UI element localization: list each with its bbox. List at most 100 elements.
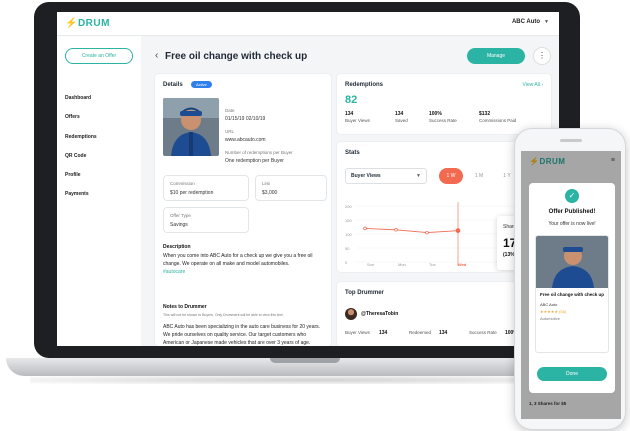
metric-select[interactable]: Buyer Views ▼ <box>345 168 427 184</box>
description-text: When you come into ABC Auto for a check … <box>163 252 323 276</box>
x-tick-label: Sun <box>367 262 375 267</box>
stat-label: Saved <box>395 118 408 123</box>
more-options-icon[interactable]: ⋮ <box>533 47 551 65</box>
chevron-down-icon: ▼ <box>544 19 549 25</box>
phone-footer-label: 1, 3 Shares for $5 <box>529 401 567 406</box>
drummer-stat-value: 134 <box>439 330 448 336</box>
laptop-notch <box>270 358 340 363</box>
account-name: ABC Auto <box>511 19 541 25</box>
check-icon: ✓ <box>565 189 579 203</box>
limit-box-label: Limi <box>262 181 271 186</box>
status-badge: Active <box>191 81 212 88</box>
drummer-stat-label: Buyer Views <box>345 330 370 335</box>
url-value[interactable]: www.abcauto.com <box>225 137 266 143</box>
limit-box: Limi $3,000 <box>255 175 327 201</box>
drummer-stat-label: Success Rate <box>469 330 497 335</box>
offer-photo <box>163 98 219 156</box>
y-tick-label: 0 <box>345 260 348 265</box>
offer-preview-photo <box>536 236 608 288</box>
avatar <box>345 308 357 320</box>
stat-label: Commissions Paid <box>479 118 517 123</box>
drummer-stat-value: 134 <box>379 330 388 336</box>
phone-screen: ⚡DRUM ≡ ✓ Offer Published! Your offer is… <box>521 151 621 419</box>
range-1w[interactable]: 1 W <box>439 168 463 184</box>
hashtag[interactable]: #autocare <box>163 269 185 275</box>
y-tick-label: 150 <box>345 218 352 223</box>
details-card: Details Active Date 01/15/19 02/10/19 UR… <box>155 74 331 346</box>
commission-box: Commission $10 per redemption <box>163 175 249 201</box>
range-1m[interactable]: 1 M <box>467 168 491 184</box>
phone-frame: ⚡DRUM ≡ ✓ Offer Published! Your offer is… <box>514 128 626 430</box>
preview-rating: ★★★★★ (58) <box>540 309 567 314</box>
stat-value: 100% <box>429 111 442 117</box>
preview-title: Free oil change with check up <box>540 292 605 297</box>
preview-category: Automotive <box>540 316 561 321</box>
redemptions-heading: Redemptions <box>345 82 384 88</box>
data-point <box>394 228 398 232</box>
data-point <box>363 226 367 231</box>
date-label: Date <box>225 108 235 113</box>
sidebar-item-profile[interactable]: Profile <box>65 172 81 178</box>
drummer-stat-label: Redeemed <box>409 330 432 335</box>
data-point <box>425 230 429 235</box>
app-header: ⚡DRUM ABC Auto ▼ <box>57 12 559 36</box>
y-tick-label: 100 <box>345 232 352 237</box>
notes-text: ABC Auto has been specializing in the au… <box>163 324 321 346</box>
laptop-screen: ⚡DRUM ABC Auto ▼ Create an Offer Dashboar… <box>57 12 559 346</box>
metric-select-value: Buyer Views <box>351 173 381 179</box>
chevron-down-icon: ▼ <box>416 173 421 179</box>
done-button[interactable]: Done <box>537 367 607 381</box>
offer-type-box: Offer Type Savings <box>163 207 249 233</box>
publish-modal: ✓ Offer Published! Your offer is now liv… <box>529 183 615 393</box>
top-drummer-heading: Top Drummer <box>345 290 384 296</box>
manage-button[interactable]: Manage <box>467 48 525 64</box>
preview-company: ABC Auto <box>540 302 558 307</box>
details-heading: Details <box>163 82 183 88</box>
notes-hint: This will not be shown to Buyers. Only D… <box>163 313 284 317</box>
view-all-link[interactable]: View All › <box>523 82 543 88</box>
offer-preview-card: Free oil change with check up ABC Auto ★… <box>535 235 609 353</box>
commission-value: $10 per redemption <box>170 190 214 196</box>
stat-value: 134 <box>345 111 354 117</box>
x-tick-label: Tue <box>429 262 436 267</box>
x-tick-label: Mon <box>398 262 406 267</box>
commission-label: Commission <box>170 181 195 186</box>
limit-value: One redemption per Buyer <box>225 158 284 164</box>
stat-value: 134 <box>395 111 404 117</box>
modal-subtitle: Your offer is now live! <box>548 221 596 227</box>
app-logo[interactable]: ⚡DRUM <box>65 18 110 29</box>
stat-label: Success Rate <box>429 118 457 123</box>
sidebar-item-redemptions[interactable]: Redemptions <box>65 134 97 140</box>
notes-label: Notes to Drummer <box>163 304 207 310</box>
date-value: 01/15/19 02/10/19 <box>225 116 266 122</box>
back-arrow-icon[interactable]: ‹ <box>155 50 158 61</box>
description-label: Description <box>163 244 191 250</box>
account-menu[interactable]: ABC Auto ▼ <box>512 19 549 25</box>
redemptions-card: Redemptions View All › 82 134 Buyer View… <box>337 74 551 134</box>
stat-label: Buyer Views <box>345 118 370 123</box>
sidebar-item-payments[interactable]: Payments <box>65 191 89 197</box>
x-tick-label-selected: Wed <box>458 262 467 267</box>
redemptions-total: 82 <box>345 94 358 106</box>
modal-title: Offer Published! <box>548 209 596 215</box>
laptop-shadow <box>30 376 580 384</box>
page-title: Free oil change with check up <box>165 51 308 62</box>
sidebar: Create an Offer Dashboard Offers Redempt… <box>57 36 141 346</box>
description-body: When you come into ABC Auto for a check … <box>163 253 313 267</box>
stat-value: $132 <box>479 111 491 117</box>
offer-type-label: Offer Type <box>170 213 191 218</box>
offer-type-value: Savings <box>170 222 188 228</box>
stats-heading: Stats <box>345 150 360 156</box>
drummer-name[interactable]: @TheresaTobin <box>361 311 398 317</box>
limit-label: Number of redemptions per Buyer <box>225 150 293 155</box>
sidebar-item-qr-code[interactable]: QR Code <box>65 153 86 159</box>
y-tick-label: 200 <box>345 204 352 209</box>
url-label: URL <box>225 129 235 134</box>
create-offer-button[interactable]: Create an Offer <box>65 48 133 64</box>
sidebar-item-offers[interactable]: Offers <box>65 114 80 120</box>
sidebar-item-dashboard[interactable]: Dashboard <box>65 95 91 101</box>
phone-speaker <box>560 139 582 142</box>
y-tick-label: 50 <box>345 246 350 251</box>
limit-box-value: $3,000 <box>262 190 278 196</box>
series-line <box>364 227 459 234</box>
